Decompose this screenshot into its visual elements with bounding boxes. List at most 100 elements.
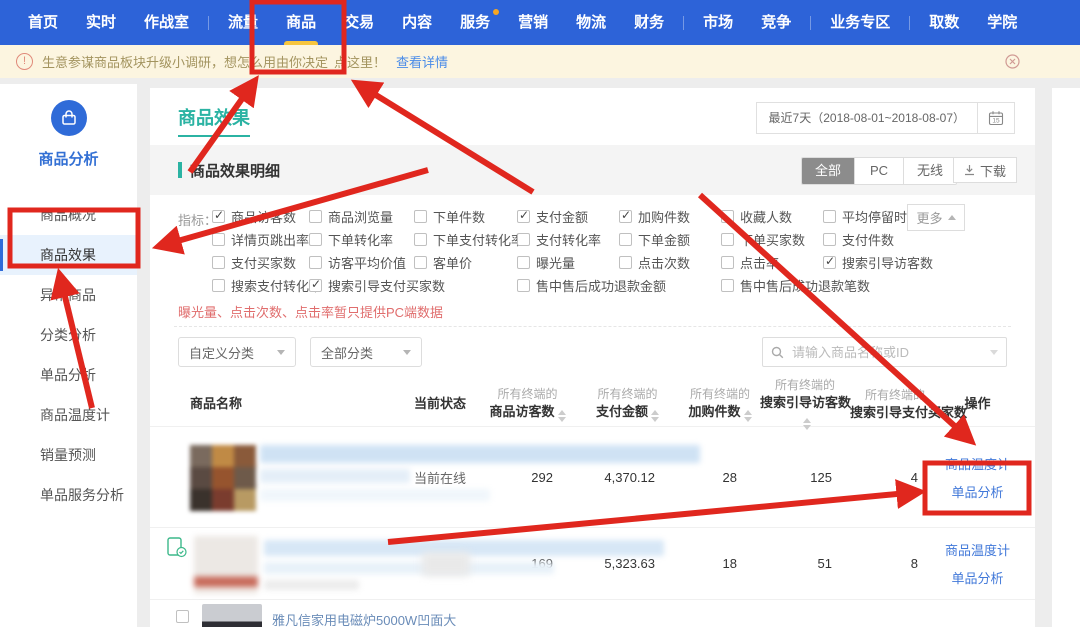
indicator-item[interactable]: 搜索引导访客数 — [823, 251, 983, 274]
all-category-select[interactable]: 全部分类 — [310, 337, 422, 367]
indicator-item[interactable]: 售中售后成功退款金额 — [517, 274, 619, 297]
indicator-checkbox[interactable] — [823, 233, 836, 246]
sidebar-item-single-product-analysis[interactable]: 单品分析 — [0, 355, 137, 395]
product-thermometer-link[interactable]: 商品温度计 — [945, 454, 1010, 473]
custom-category-select[interactable]: 自定义分类 — [178, 337, 296, 367]
sidebar-item-product-overview[interactable]: 商品概况 — [0, 195, 137, 235]
sidebar-item-single-product-service[interactable]: 单品服务分析 — [0, 475, 137, 515]
indicator-checkbox[interactable] — [212, 279, 225, 292]
indicator-item[interactable]: 下单件数 — [414, 205, 517, 228]
row-checkbox[interactable] — [176, 610, 189, 623]
notice-detail-link[interactable]: 查看详情 — [396, 52, 448, 71]
nav-item-trade[interactable]: 交易 — [330, 0, 388, 45]
sidebar-item-product-thermometer[interactable]: 商品温度计 — [0, 395, 137, 435]
nav-item-content[interactable]: 内容 — [388, 0, 446, 45]
nav-item-business-zone[interactable]: 业务专区 — [816, 0, 904, 45]
tab-all[interactable]: 全部 — [802, 158, 855, 184]
indicator-checkbox[interactable] — [721, 210, 734, 223]
nav-item-market[interactable]: 市场 — [689, 0, 747, 45]
col-search-visitors[interactable]: 所有终端的 搜索引导访客数 — [760, 377, 850, 430]
indicator-item[interactable]: 支付件数 — [823, 228, 983, 251]
indicator-checkbox[interactable] — [309, 279, 322, 292]
nav-item-war-room[interactable]: 作战室 — [130, 0, 203, 45]
indicator-checkbox[interactable] — [309, 210, 322, 223]
sidebar-item-product-effect[interactable]: 商品效果 — [0, 235, 137, 275]
close-icon[interactable] — [1005, 54, 1020, 72]
indicator-item[interactable]: 支付转化率 — [517, 228, 619, 251]
indicator-item[interactable]: 收藏人数 — [721, 205, 823, 228]
sort-icon[interactable] — [558, 410, 566, 422]
indicator-checkbox[interactable] — [309, 256, 322, 269]
single-product-analysis-link[interactable]: 单品分析 — [951, 568, 1003, 587]
indicator-item[interactable]: 访客平均价值 — [309, 251, 414, 274]
nav-item-logistics[interactable]: 物流 — [562, 0, 620, 45]
nav-item-realtime[interactable]: 实时 — [72, 0, 130, 45]
indicator-item[interactable]: 下单金额 — [619, 228, 721, 251]
indicator-item[interactable]: 搜索引导支付买家数 — [309, 274, 414, 297]
sort-icon[interactable] — [744, 410, 752, 422]
sidebar-item-sales-forecast[interactable]: 销量预测 — [0, 435, 137, 475]
indicator-checkbox[interactable] — [721, 256, 734, 269]
indicator-checkbox[interactable] — [823, 256, 836, 269]
indicator-checkbox[interactable] — [721, 233, 734, 246]
nav-item-academy[interactable]: 学院 — [973, 0, 1031, 45]
indicator-checkbox[interactable] — [823, 210, 836, 223]
indicator-checkbox[interactable] — [619, 233, 632, 246]
indicator-item[interactable]: 下单支付转化率 — [414, 228, 517, 251]
product-search-box[interactable] — [762, 337, 1007, 367]
indicator-item[interactable]: 下单转化率 — [309, 228, 414, 251]
tab-wireless[interactable]: 无线 — [904, 158, 956, 184]
indicator-item[interactable]: 下单买家数 — [721, 228, 823, 251]
calendar-icon[interactable]: 15 — [977, 103, 1014, 133]
indicator-item[interactable]: 支付金额 — [517, 205, 619, 228]
sort-icon[interactable] — [651, 410, 659, 422]
col-payment[interactable]: 所有终端的 支付金额 — [575, 386, 680, 422]
nav-item-finance[interactable]: 财务 — [620, 0, 678, 45]
nav-item-product[interactable]: 商品 — [272, 0, 330, 45]
search-input[interactable] — [790, 344, 984, 361]
indicator-checkbox[interactable] — [414, 210, 427, 223]
nav-item-data-fetch[interactable]: 取数 — [915, 0, 973, 45]
indicator-checkbox[interactable] — [517, 279, 530, 292]
sidebar-item-abnormal-products[interactable]: 异常商品 — [0, 275, 137, 315]
sidebar-item-category-analysis[interactable]: 分类分析 — [0, 315, 137, 355]
indicator-item[interactable]: 客单价 — [414, 251, 517, 274]
tab-pc[interactable]: PC — [855, 158, 904, 184]
indicator-item[interactable]: 售中售后成功退款笔数 — [721, 274, 823, 297]
indicator-checkbox[interactable] — [619, 210, 632, 223]
single-product-analysis-link[interactable]: 单品分析 — [951, 482, 1003, 501]
col-search-buyers[interactable]: 所有终端的 搜索引导支付买家数 — [850, 387, 940, 421]
indicator-checkbox[interactable] — [517, 256, 530, 269]
product-title[interactable]: 雅凡信家用电磁炉5000W凹面大 — [272, 610, 456, 627]
download-button[interactable]: 下载 — [953, 157, 1017, 183]
indicator-item[interactable]: 搜索支付转化率 — [212, 274, 309, 297]
nav-item-service[interactable]: 服务 — [446, 0, 504, 45]
indicator-item[interactable]: 商品访客数 — [212, 205, 309, 228]
indicator-item[interactable]: 商品浏览量 — [309, 205, 414, 228]
indicator-checkbox[interactable] — [517, 210, 530, 223]
indicator-item[interactable]: 详情页跳出率 — [212, 228, 309, 251]
col-cart-items[interactable]: 所有终端的 加购件数 — [680, 386, 760, 422]
indicator-item[interactable]: 支付买家数 — [212, 251, 309, 274]
indicator-item[interactable]: 曝光量 — [517, 251, 619, 274]
indicator-checkbox[interactable] — [212, 256, 225, 269]
indicator-checkbox[interactable] — [212, 210, 225, 223]
nav-item-competition[interactable]: 竞争 — [747, 0, 805, 45]
indicator-checkbox[interactable] — [414, 256, 427, 269]
nav-item-marketing[interactable]: 营销 — [504, 0, 562, 45]
more-indicators-button[interactable]: 更多 — [907, 204, 965, 231]
indicator-checkbox[interactable] — [517, 233, 530, 246]
indicator-checkbox[interactable] — [619, 256, 632, 269]
indicator-checkbox[interactable] — [309, 233, 322, 246]
indicator-item[interactable]: 点击次数 — [619, 251, 721, 274]
indicator-checkbox[interactable] — [721, 279, 734, 292]
indicator-item[interactable]: 加购件数 — [619, 205, 721, 228]
indicator-item[interactable]: 点击率 — [721, 251, 823, 274]
col-visitors[interactable]: 所有终端的 商品访客数 — [480, 386, 575, 422]
indicator-checkbox[interactable] — [414, 233, 427, 246]
indicator-checkbox[interactable] — [212, 233, 225, 246]
date-range-picker[interactable]: 最近7天（2018-08-01~2018-08-07） 15 — [756, 102, 1015, 134]
nav-item-home[interactable]: 首页 — [14, 0, 72, 45]
product-thermometer-link[interactable]: 商品温度计 — [945, 540, 1010, 559]
nav-item-traffic[interactable]: 流量 — [214, 0, 272, 45]
